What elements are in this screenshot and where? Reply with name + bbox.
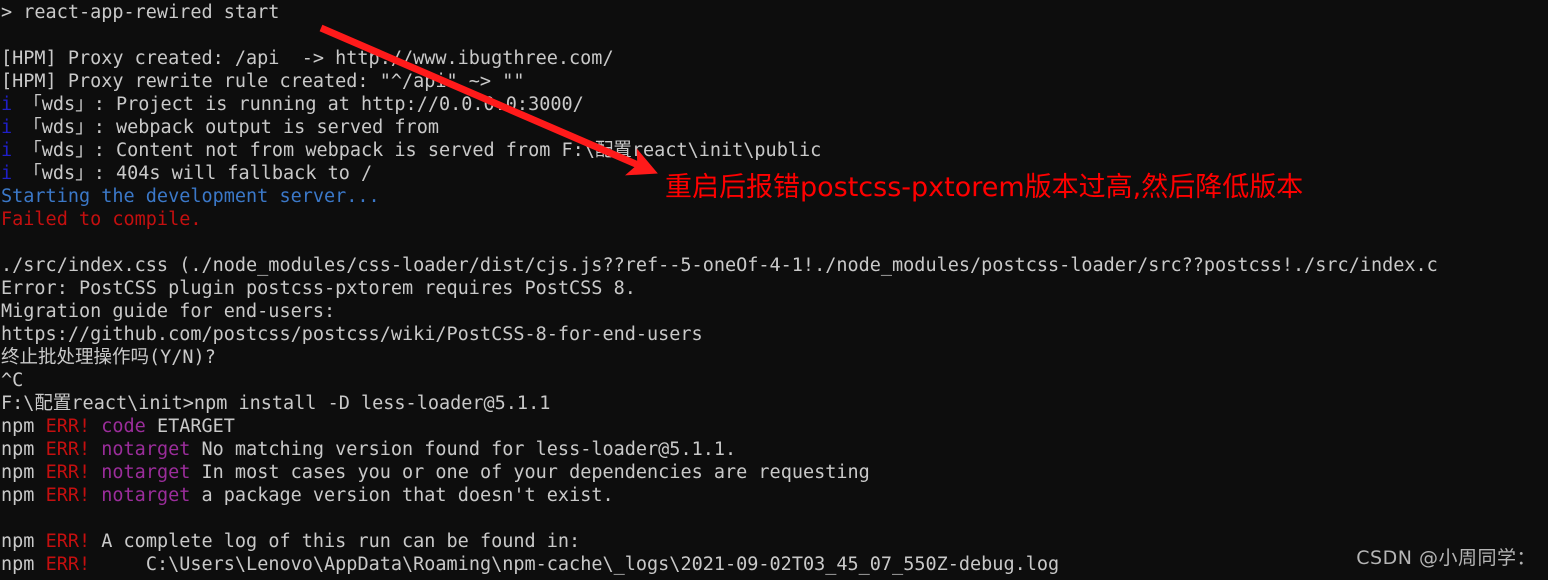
terminal-text-span: > react-app-rewired start (1, 2, 280, 23)
terminal-text-span: 终止批处理操作吗(Y/N)? (1, 347, 216, 368)
terminal-line: 终止批处理操作吗(Y/N)? (0, 346, 1548, 369)
terminal-text-span: No matching version found for less-loade… (201, 439, 737, 460)
terminal-line: [HPM] Proxy rewrite rule created: "^/api… (0, 70, 1548, 93)
terminal-text-span: Starting the development server... (1, 186, 380, 207)
terminal-text-span: i (1, 140, 24, 161)
terminal-output[interactable]: > react-app-rewired start [HPM] Proxy cr… (0, 0, 1548, 576)
terminal-text-span: 「wds」: webpack output is served from (23, 117, 451, 138)
terminal-text-span: A complete log of this run can be found … (101, 531, 581, 552)
terminal-text-span: i (1, 117, 24, 138)
terminal-text-span: Failed to compile. (1, 209, 202, 230)
terminal-text-span: https://github.com/postcss/postcss/wiki/… (1, 324, 703, 345)
terminal-text-span: ERR! (45, 462, 102, 483)
terminal-text-span: code (101, 416, 157, 437)
terminal-text-span: 「wds」: Content not from webpack is serve… (23, 140, 822, 161)
terminal-text-span: ETARGET (156, 416, 235, 437)
terminal-line: ^C (0, 369, 1548, 392)
terminal-text-span: Error: PostCSS plugin postcss-pxtorem re… (1, 278, 636, 299)
terminal-text-span: ERR! (45, 531, 102, 552)
terminal-line: Failed to compile. (0, 208, 1548, 231)
terminal-line: [HPM] Proxy created: /api -> http://www.… (0, 47, 1548, 70)
terminal-text-span: i (1, 163, 24, 184)
terminal-text-span: i (1, 94, 24, 115)
csdn-watermark: CSDN @小周同学： (1356, 547, 1536, 569)
terminal-text-span: F:\配置react\init>npm install -D less-load… (1, 393, 551, 414)
terminal-text-span: notarget (101, 439, 202, 460)
terminal-text-span: ERR! (45, 485, 102, 506)
terminal-line: npm ERR! notarget a package version that… (0, 484, 1548, 507)
terminal-text-span: npm (1, 485, 46, 506)
terminal-line: ./src/index.css (./node_modules/css-load… (0, 254, 1548, 277)
terminal-text-span: ^C (1, 370, 24, 391)
terminal-line: Error: PostCSS plugin postcss-pxtorem re… (0, 277, 1548, 300)
terminal-text-span: [HPM] Proxy rewrite rule created: "^/api… (1, 71, 525, 92)
terminal-line: > react-app-rewired start (0, 1, 1548, 24)
terminal-text-span: [HPM] Proxy created: /api -> http://www.… (1, 48, 614, 69)
terminal-text-span: notarget (101, 485, 202, 506)
terminal-text-span: C:\Users\Lenovo\AppData\Roaming\npm-cach… (101, 554, 1060, 575)
terminal-text-span: npm (1, 554, 46, 575)
terminal-line: i 「wds」: webpack output is served from (0, 116, 1548, 139)
terminal-text-span: a package version that doesn't exist. (201, 485, 614, 506)
terminal-text-span: npm (1, 439, 46, 460)
terminal-text-span: ./src/index.css (./node_modules/css-load… (1, 255, 1438, 276)
terminal-line: https://github.com/postcss/postcss/wiki/… (0, 323, 1548, 346)
terminal-text-span: npm (1, 416, 46, 437)
terminal-text-span: ERR! (45, 416, 102, 437)
terminal-line: i 「wds」: Project is running at http://0.… (0, 93, 1548, 116)
terminal-line: npm ERR! A complete log of this run can … (0, 530, 1548, 553)
terminal-line: npm ERR! notarget In most cases you or o… (0, 461, 1548, 484)
terminal-text-span: 「wds」: Project is running at http://0.0.… (23, 94, 584, 115)
terminal-text-span: Migration guide for end-users: (1, 301, 336, 322)
terminal-text-span: npm (1, 462, 46, 483)
terminal-text-span: notarget (101, 462, 202, 483)
terminal-text-span: 「wds」: 404s will fallback to / (23, 163, 373, 184)
terminal-text-span: ERR! (45, 554, 102, 575)
terminal-text-span: ERR! (45, 439, 102, 460)
terminal-line: i 「wds」: Content not from webpack is ser… (0, 139, 1548, 162)
terminal-line: npm ERR! C:\Users\Lenovo\AppData\Roaming… (0, 553, 1548, 576)
terminal-window: > react-app-rewired start [HPM] Proxy cr… (0, 0, 1548, 580)
terminal-text-span: In most cases you or one of your depende… (201, 462, 870, 483)
terminal-text-span: npm (1, 531, 46, 552)
terminal-line: npm ERR! code ETARGET (0, 415, 1548, 438)
terminal-line: F:\配置react\init>npm install -D less-load… (0, 392, 1548, 415)
terminal-line: npm ERR! notarget No matching version fo… (0, 438, 1548, 461)
terminal-line: Migration guide for end-users: (0, 300, 1548, 323)
annotation-text: 重启后报错postcss-pxtorem版本过高,然后降低版本 (665, 172, 1304, 203)
